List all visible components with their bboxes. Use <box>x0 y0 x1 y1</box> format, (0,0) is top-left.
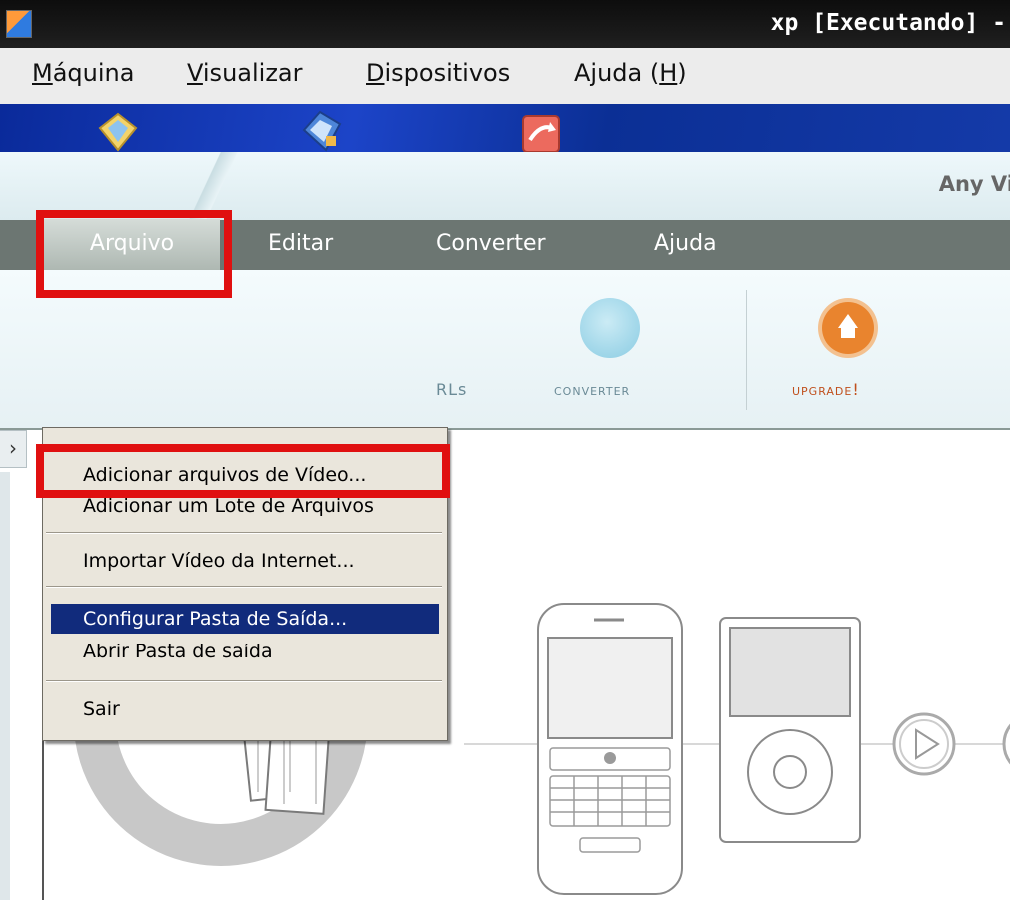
upgrade-icon[interactable] <box>822 302 874 354</box>
side-panel-toggle[interactable]: › <box>0 430 27 468</box>
menu-edit[interactable]: Editar <box>268 231 333 256</box>
menu-separator <box>46 680 442 682</box>
file-menu-dropdown: Adicionar arquivos de Vídeo... Adicionar… <box>42 427 448 741</box>
app-header: Any Vi <box>0 152 1010 220</box>
upgrade-arrow-head <box>838 314 858 328</box>
menu-item-open-output[interactable]: Abrir Pasta de saída <box>43 644 447 666</box>
toolbar-separator <box>746 290 747 410</box>
vm-menu-machine[interactable]: Máquina <box>32 59 134 87</box>
upgrade-button-label[interactable]: Upgrade! <box>792 380 860 399</box>
menu-item-add-batch[interactable]: Adicionar um Lote de Arquivos <box>43 491 447 521</box>
app-menubar: Arquivo Editar Converter Ajuda <box>0 219 1010 270</box>
menu-separator <box>46 532 442 534</box>
vm-menu-devices[interactable]: Dispositivos <box>366 59 510 87</box>
menu-file[interactable]: Arquivo <box>44 219 220 270</box>
app-window: Any Vi Arquivo Editar Converter Ajuda RL… <box>0 152 1010 900</box>
menu-help[interactable]: Ajuda <box>654 231 717 256</box>
vm-window-title: xp [Executando] - <box>770 10 1006 36</box>
menu-convert[interactable]: Converter <box>436 231 546 256</box>
folder-shortcut-icon[interactable] <box>96 106 138 152</box>
menu-item-add-video[interactable]: Adicionar arquivos de Vídeo... <box>43 460 447 490</box>
vm-menu-help[interactable]: Ajuda (H) <box>574 59 687 87</box>
app-shortcut-icon[interactable] <box>520 106 562 152</box>
guest-desktop <box>0 104 1010 152</box>
convert-button-label[interactable]: Converter <box>554 380 630 399</box>
menu-item-configure-output[interactable]: Configurar Pasta de Saída... <box>51 604 439 634</box>
vm-menubar: Máquina Visualizar Dispositivos Ajuda (H… <box>0 48 1010 105</box>
upgrade-arrow-base <box>841 328 855 338</box>
network-shortcut-icon[interactable] <box>300 106 342 152</box>
add-urls-button[interactable]: RLs <box>436 380 467 399</box>
menu-separator <box>46 586 442 588</box>
virtualbox-icon <box>6 10 32 38</box>
menu-item-import-internet[interactable]: Importar Vídeo da Internet... <box>43 546 447 576</box>
app-title: Any Vi <box>938 172 1010 196</box>
menu-item-exit[interactable]: Sair <box>43 694 447 724</box>
vm-titlebar: xp [Executando] - <box>0 0 1010 48</box>
side-panel-strip <box>0 472 10 900</box>
vm-menu-view[interactable]: Visualizar <box>187 59 303 87</box>
convert-icon[interactable] <box>580 298 640 358</box>
header-decoration <box>170 152 250 220</box>
toolbar: RLs Converter Upgrade! <box>0 270 1010 430</box>
